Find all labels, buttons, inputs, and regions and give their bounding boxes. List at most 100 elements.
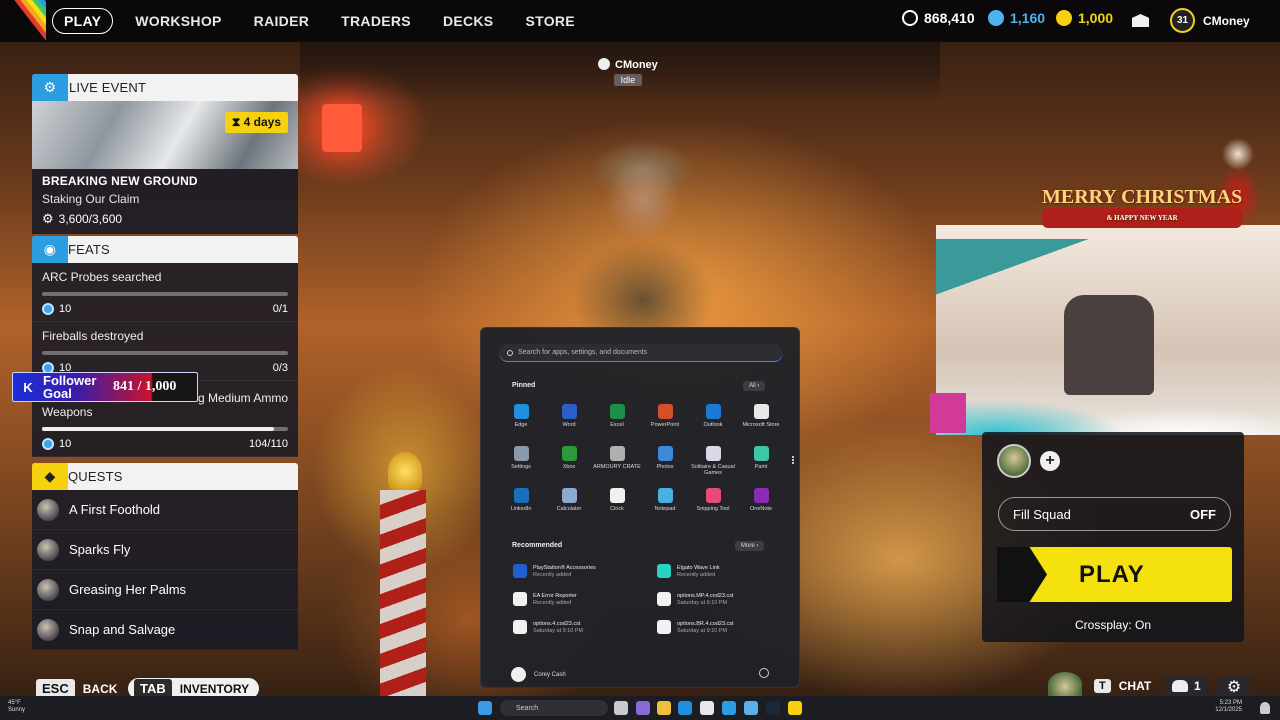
quest-item[interactable]: Snap and Salvage bbox=[32, 610, 298, 650]
pinned-app[interactable]: Paint bbox=[737, 446, 785, 470]
pinned-app[interactable]: Outlook bbox=[689, 404, 737, 428]
follower-goal-widget: K Follower Goal 841 / 1,000 bbox=[12, 372, 198, 402]
add-squad-member-button[interactable]: + bbox=[1040, 451, 1060, 471]
mail-icon[interactable] bbox=[1132, 14, 1149, 27]
squad-avatar[interactable] bbox=[997, 444, 1031, 478]
recommended-item[interactable]: PlayStation® Accessories Recently added bbox=[513, 564, 653, 578]
task-view-icon[interactable] bbox=[614, 701, 628, 715]
feat-reward: 10 bbox=[59, 303, 72, 315]
pinned-app[interactable]: Photos bbox=[641, 446, 689, 470]
level-badge: 31 bbox=[1170, 8, 1195, 33]
quest-item[interactable]: A First Foothold bbox=[32, 490, 298, 530]
follower-goal-label-2: Goal bbox=[43, 386, 72, 401]
pinned-app[interactable]: Settings bbox=[497, 446, 545, 470]
currency-credits[interactable]: 1,160 bbox=[988, 10, 1045, 26]
more-pinned-dots-icon[interactable] bbox=[792, 456, 794, 464]
pinned-app[interactable]: OneNote bbox=[737, 488, 785, 512]
tab-decks[interactable]: DECKS bbox=[429, 8, 508, 34]
all-apps-button[interactable]: All › bbox=[743, 381, 766, 391]
file-icon bbox=[657, 620, 671, 634]
player-banner: CMoney Idle bbox=[598, 58, 658, 86]
event-timer-badge: ⧗ 4 days bbox=[224, 112, 288, 133]
file-explorer-icon[interactable] bbox=[657, 701, 671, 715]
quests-panel[interactable]: ◆ QUESTS A First Foothold Sparks Fly Gre… bbox=[32, 463, 298, 650]
recommended-item[interactable]: options.4.cod23.cst Saturday at 9:10 PM bbox=[513, 620, 653, 634]
pinned-app[interactable]: Solitaire & Casual Games bbox=[689, 446, 737, 476]
notification-bell-icon[interactable] bbox=[1260, 702, 1270, 714]
quest-item[interactable]: Sparks Fly bbox=[32, 530, 298, 570]
feat-progress: 0/3 bbox=[272, 362, 288, 374]
pinned-app[interactable]: Microsoft Store bbox=[737, 404, 785, 428]
currency-raider-tokens[interactable]: 1,000 bbox=[1056, 10, 1113, 26]
pinned-app[interactable]: Excel bbox=[593, 404, 641, 428]
copilot-icon[interactable] bbox=[636, 701, 650, 715]
quest-giver-avatar bbox=[37, 578, 59, 601]
back-label: BACK bbox=[82, 681, 118, 696]
tab-play[interactable]: PLAY bbox=[52, 8, 114, 34]
weather-widget[interactable]: 45°F Sunny bbox=[8, 700, 25, 714]
play-button[interactable]: PLAY bbox=[997, 547, 1232, 602]
pinned-app[interactable]: Notepad bbox=[641, 488, 689, 512]
chat-hint[interactable]: T CHAT bbox=[1094, 679, 1151, 693]
quests-header: ◆ QUESTS bbox=[32, 463, 298, 490]
player-avatar-small[interactable] bbox=[1048, 672, 1082, 696]
app-icon bbox=[561, 446, 577, 461]
feat-progress-fill bbox=[42, 427, 275, 431]
feats-panel[interactable]: ◉ FEATS ARC Probes searched 10 0/1 Fireba… bbox=[32, 236, 298, 457]
fill-squad-toggle[interactable]: Fill Squad OFF bbox=[998, 497, 1231, 531]
crown-icon bbox=[598, 58, 610, 70]
friends-button[interactable]: 1 bbox=[1166, 676, 1207, 696]
recommended-item[interactable]: Elgato Wave Link Recently added bbox=[657, 564, 797, 578]
pinned-app[interactable]: Snipping Tool bbox=[689, 488, 737, 512]
tab-workshop[interactable]: WORKSHOP bbox=[121, 8, 235, 34]
pinned-app[interactable]: Edge bbox=[497, 404, 545, 428]
steam-icon[interactable] bbox=[766, 701, 780, 715]
credit-icon bbox=[42, 303, 54, 315]
app-icon[interactable] bbox=[722, 701, 736, 715]
feat-item[interactable]: ARC Probes searched 10 0/1 bbox=[32, 263, 298, 322]
pinned-app[interactable]: Xbox bbox=[545, 446, 593, 470]
app-icon bbox=[705, 446, 721, 461]
tab-store[interactable]: STORE bbox=[511, 8, 588, 34]
pinned-app[interactable]: Clock bbox=[593, 488, 641, 512]
start-user-account[interactable]: Corey Cash bbox=[511, 667, 566, 682]
pinned-app[interactable]: Word bbox=[545, 404, 593, 428]
recommended-item[interactable]: EA Error Reporter Recently added bbox=[513, 592, 653, 606]
edge-icon[interactable] bbox=[678, 701, 692, 715]
pinned-app[interactable]: ARMOURY CRATE bbox=[593, 446, 641, 470]
pinned-app[interactable]: LinkedIn bbox=[497, 488, 545, 512]
profile[interactable]: 31 CMoney bbox=[1170, 8, 1250, 33]
recommended-title: PlayStation® Accessories bbox=[533, 564, 596, 571]
recommended-label: Recommended bbox=[512, 542, 563, 549]
start-search-input[interactable]: Search for apps, settings, and documents bbox=[499, 344, 783, 362]
recommended-title: options.4.cod23.cst bbox=[533, 620, 581, 627]
tab-traders[interactable]: TRADERS bbox=[327, 8, 425, 34]
credits-value: 1,160 bbox=[1010, 10, 1046, 26]
store-icon[interactable] bbox=[700, 701, 714, 715]
taskbar-search[interactable]: Search bbox=[500, 700, 608, 716]
live-event-panel[interactable]: ⚙ LIVE EVENT ⧗ 4 days BREAKING NEW GROUN… bbox=[32, 74, 298, 234]
app-icon[interactable] bbox=[744, 701, 758, 715]
recommended-subtitle: Saturday at 9:10 PM bbox=[677, 627, 728, 634]
pinned-app[interactable]: Calculator bbox=[545, 488, 593, 512]
file-icon bbox=[513, 620, 527, 634]
app-icon bbox=[705, 404, 721, 419]
tokens-value: 1,000 bbox=[1078, 10, 1114, 26]
snow-hills bbox=[936, 375, 1280, 435]
recommended-item[interactable]: options.MP.4.cod23.cst Saturday at 9:10 P… bbox=[657, 592, 797, 606]
scene-barrier-post bbox=[380, 490, 426, 696]
currency-coins[interactable]: 868,410 bbox=[902, 10, 975, 26]
recommended-item[interactable]: options.BR.4.cod23.cst Saturday at 9:10 P… bbox=[657, 620, 797, 634]
quest-item[interactable]: Greasing Her Palms bbox=[32, 570, 298, 610]
follower-goal-value: 841 / 1,000 bbox=[113, 379, 177, 394]
pinned-app[interactable]: PowerPoint bbox=[641, 404, 689, 428]
tab-raider[interactable]: RAIDER bbox=[240, 8, 323, 34]
gear-icon: ⚙ bbox=[32, 74, 68, 101]
windows-start-icon[interactable] bbox=[478, 701, 492, 715]
recommended-subtitle: Recently added bbox=[677, 571, 716, 578]
game-icon[interactable] bbox=[788, 701, 802, 715]
system-clock[interactable]: 5:23 PM 12/1/2025 bbox=[1215, 700, 1242, 714]
more-recommended-button[interactable]: More › bbox=[735, 541, 765, 551]
power-icon[interactable] bbox=[759, 668, 769, 678]
chat-key: T bbox=[1094, 679, 1111, 693]
